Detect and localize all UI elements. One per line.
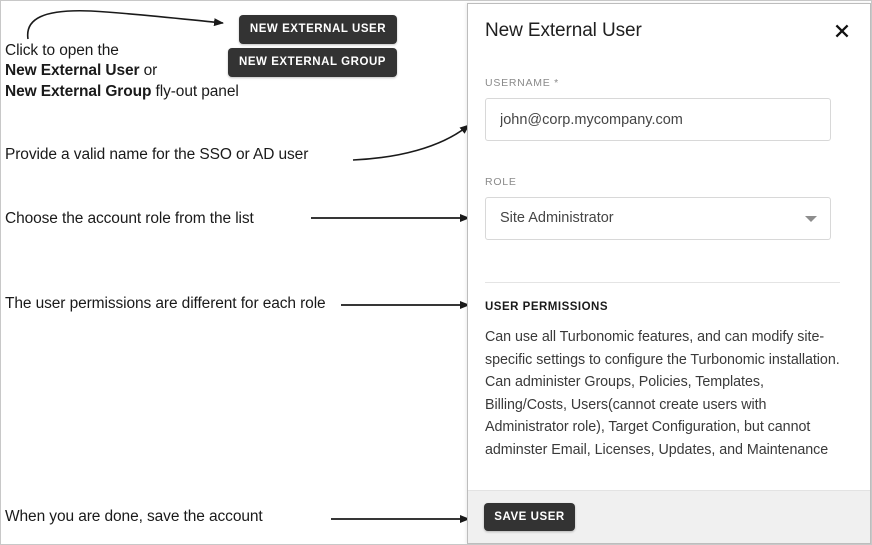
user-permissions-label: USER PERMISSIONS: [485, 301, 609, 313]
annotation-choose-role: Choose the account role from the list: [5, 210, 254, 227]
screenshot-root: Click to open the New External User or N…: [0, 0, 872, 545]
arrow-to-username-field: [352, 124, 470, 161]
panel-body: USERNAME * ROLE Site AdministratorAdmini…: [468, 64, 870, 491]
save-user-button[interactable]: SAVE USER: [484, 503, 575, 531]
panel-header: New External User: [468, 4, 870, 64]
user-permissions-description: Can use all Turbonomic features, and can…: [485, 329, 840, 458]
close-icon[interactable]: [830, 19, 854, 43]
annotation-permissions-differ: The user permissions are different for e…: [5, 295, 326, 312]
annotation-open-panel-line1: Click to open the: [5, 42, 119, 59]
annotation-save-account: When you are done, save the account: [5, 508, 263, 525]
annotation-open-panel-tail: fly-out panel: [151, 82, 239, 100]
new-external-group-button[interactable]: NEW EXTERNAL GROUP: [228, 48, 397, 77]
annotation-open-panel-bold-user: New External User: [5, 62, 140, 80]
arrow-to-new-external-user: [26, 9, 224, 40]
annotation-open-panel: Click to open the New External User or N…: [5, 41, 265, 102]
annotation-valid-name: Provide a valid name for the SSO or AD u…: [5, 146, 309, 163]
new-external-user-flyout-panel: New External User USERNAME * ROLE Site A…: [467, 3, 871, 544]
role-select-wrapper: Site AdministratorAdministratorAutomator…: [485, 197, 831, 240]
section-divider: [485, 282, 840, 283]
panel-footer: SAVE USER: [468, 490, 870, 543]
annotation-open-panel-or: or: [139, 62, 158, 80]
page-title: New External User: [485, 20, 642, 41]
new-external-user-button[interactable]: NEW EXTERNAL USER: [239, 15, 397, 44]
role-select[interactable]: Site AdministratorAdministratorAutomator…: [485, 197, 831, 240]
role-label: ROLE: [485, 176, 517, 188]
username-input[interactable]: [485, 98, 831, 141]
username-label: USERNAME *: [485, 77, 560, 89]
annotation-open-panel-bold-group: New External Group: [5, 82, 152, 100]
